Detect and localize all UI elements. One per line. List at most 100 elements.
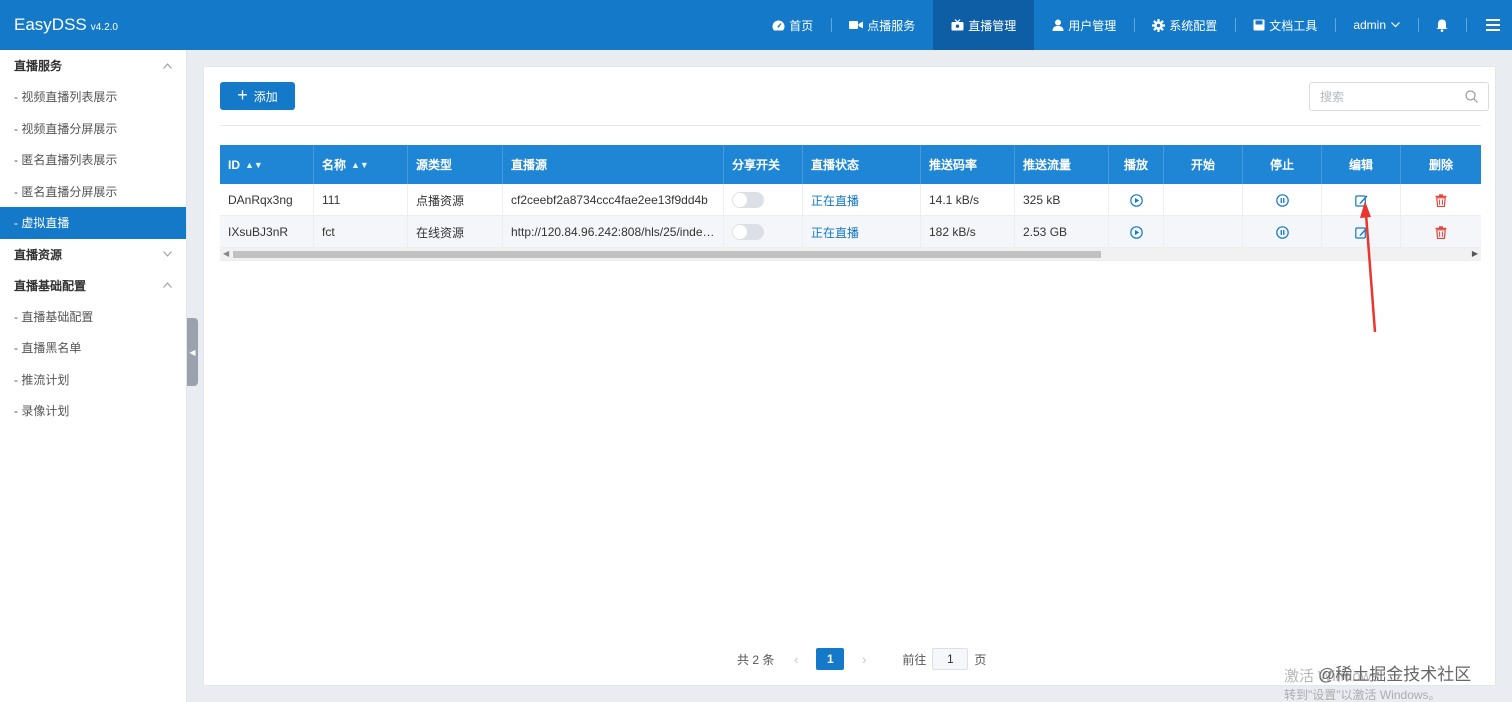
column-label: 删除 bbox=[1428, 158, 1453, 172]
sidebar-group-live-service[interactable]: 直播服务 bbox=[0, 50, 186, 81]
prev-page-icon[interactable]: ‹ bbox=[782, 652, 810, 667]
nav-doc-tools[interactable]: 文档工具 bbox=[1235, 0, 1335, 50]
hamburger-menu-button[interactable] bbox=[1466, 0, 1512, 50]
nav-label: 系统配置 bbox=[1169, 18, 1218, 33]
play-icon[interactable] bbox=[1129, 225, 1143, 239]
edit-icon[interactable] bbox=[1354, 194, 1368, 207]
share-toggle[interactable] bbox=[732, 224, 764, 240]
goto-page-input[interactable] bbox=[932, 648, 969, 670]
notification-button[interactable] bbox=[1418, 0, 1466, 50]
chevron-up-icon bbox=[163, 60, 172, 72]
cell-source-type: 点播资源 bbox=[408, 184, 503, 216]
cell-stop bbox=[1243, 184, 1322, 216]
column-label: 编辑 bbox=[1348, 158, 1373, 172]
sidebar-item-live-basic-config[interactable]: - 直播基础配置 bbox=[0, 301, 186, 333]
table-row: DAnRqx3ng 111 点播资源 cf2ceebf2a8734ccc4fae… bbox=[220, 184, 1481, 216]
top-navbar: EasyDSS v4.2.0 首页 点播服务 直播管理 用户管理 系统配置 文档工… bbox=[0, 0, 1512, 50]
column-header-source-type: 源类型 bbox=[408, 145, 503, 184]
scroll-left-icon[interactable]: ◀ bbox=[223, 249, 229, 258]
scroll-right-icon[interactable]: ▶ bbox=[1472, 249, 1478, 258]
user-icon bbox=[1052, 19, 1064, 31]
pause-icon[interactable] bbox=[1275, 225, 1289, 239]
horizontal-scrollbar[interactable]: ◀ ▶ bbox=[220, 248, 1481, 261]
chevron-up-icon bbox=[163, 279, 172, 291]
cell-delete bbox=[1401, 184, 1481, 216]
nav-home[interactable]: 首页 bbox=[754, 0, 831, 50]
content-card: + 添加 ID ▲▼ 名称 ▲▼ 源类型 直播源 分享开关 直播状态 推送码率 推送… bbox=[203, 66, 1496, 686]
nav-live-management[interactable]: 直播管理 bbox=[933, 0, 1035, 50]
cell-source-type: 在线资源 bbox=[408, 216, 503, 248]
sidebar-item-video-live-list[interactable]: - 视频直播列表展示 bbox=[0, 81, 186, 113]
sidebar-item-anon-live-split[interactable]: - 匿名直播分屏展示 bbox=[0, 176, 186, 208]
cell-start bbox=[1164, 184, 1243, 216]
add-button[interactable]: + 添加 bbox=[220, 82, 295, 110]
cell-play bbox=[1109, 184, 1164, 216]
column-header-name[interactable]: 名称 ▲▼ bbox=[314, 145, 408, 184]
pause-icon[interactable] bbox=[1275, 193, 1289, 207]
column-label: 源类型 bbox=[416, 158, 453, 172]
nav-label: 直播管理 bbox=[968, 18, 1017, 33]
search-icon[interactable] bbox=[1465, 90, 1478, 106]
share-toggle[interactable] bbox=[732, 192, 764, 208]
sidebar-item-video-live-split[interactable]: - 视频直播分屏展示 bbox=[0, 113, 186, 145]
document-icon bbox=[1253, 19, 1265, 31]
cell-edit bbox=[1322, 184, 1401, 216]
sidebar-item-anon-live-list[interactable]: - 匿名直播列表展示 bbox=[0, 144, 186, 176]
column-header-delete: 删除 bbox=[1401, 145, 1481, 184]
sidebar-item-live-blacklist[interactable]: - 直播黑名单 bbox=[0, 332, 186, 364]
table-row: IXsuBJ3nR fct 在线资源 http://120.84.96.242:… bbox=[220, 216, 1481, 248]
table-header: ID ▲▼ 名称 ▲▼ 源类型 直播源 分享开关 直播状态 推送码率 推送流量 播放… bbox=[220, 145, 1481, 184]
column-header-traffic: 推送流量 bbox=[1015, 145, 1109, 184]
column-label: 名称 bbox=[322, 158, 347, 172]
column-label: ID bbox=[228, 157, 240, 172]
sort-icon[interactable]: ▲▼ bbox=[245, 160, 263, 170]
trash-icon[interactable] bbox=[1435, 193, 1447, 207]
cell-source: cf2ceebf2a8734ccc4fae2ee13f9dd4b bbox=[503, 184, 724, 216]
nav-label: 文档工具 bbox=[1269, 18, 1318, 33]
play-icon[interactable] bbox=[1129, 193, 1143, 207]
windows-activation-hint: 转到"设置"以激活 Windows。 bbox=[1284, 688, 1441, 702]
column-label: 推送码率 bbox=[929, 158, 978, 172]
sort-icon[interactable]: ▲▼ bbox=[351, 160, 369, 170]
pagination: 共 2 条 ‹ 1 › 前往 页 bbox=[737, 648, 986, 670]
goto-label: 前往 bbox=[902, 652, 927, 667]
cell-status: 正在直播 bbox=[803, 216, 921, 248]
sidebar-item-push-schedule[interactable]: - 推流计划 bbox=[0, 364, 186, 396]
nav-user-management[interactable]: 用户管理 bbox=[1034, 0, 1134, 50]
cell-id: DAnRqx3ng bbox=[220, 184, 314, 216]
sidebar-group-live-basic-config[interactable]: 直播基础配置 bbox=[0, 270, 186, 301]
column-header-source: 直播源 bbox=[503, 145, 724, 184]
cell-delete bbox=[1401, 216, 1481, 248]
status-text: 正在直播 bbox=[811, 193, 860, 208]
search-input[interactable] bbox=[1310, 83, 1450, 110]
sidebar-item-virtual-live[interactable]: - 虚拟直播 bbox=[0, 207, 186, 239]
plus-icon: + bbox=[237, 85, 248, 105]
caret-left-icon: ◀ bbox=[189, 347, 196, 357]
nav-vod-service[interactable]: 点播服务 bbox=[831, 0, 933, 50]
status-text: 正在直播 bbox=[811, 225, 860, 240]
column-header-status: 直播状态 bbox=[803, 145, 921, 184]
sidebar-group-live-resources[interactable]: 直播资源 bbox=[0, 239, 186, 270]
sidebar: 直播服务 - 视频直播列表展示 - 视频直播分屏展示 - 匿名直播列表展示 - … bbox=[0, 50, 187, 702]
column-header-play: 播放 bbox=[1109, 145, 1164, 184]
nav-system-config[interactable]: 系统配置 bbox=[1134, 0, 1235, 50]
source-text: cf2ceebf2a8734ccc4fae2ee13f9dd4b bbox=[511, 193, 708, 207]
sidebar-item-record-schedule[interactable]: - 录像计划 bbox=[0, 395, 186, 427]
edit-icon[interactable] bbox=[1354, 226, 1368, 239]
video-icon bbox=[849, 20, 864, 30]
trash-icon[interactable] bbox=[1435, 225, 1447, 239]
user-menu[interactable]: admin bbox=[1335, 0, 1418, 50]
sidebar-collapse-handle[interactable]: ◀ bbox=[187, 318, 198, 386]
bell-icon bbox=[1436, 19, 1448, 32]
cell-share bbox=[724, 184, 803, 216]
cell-edit bbox=[1322, 216, 1401, 248]
page-number[interactable]: 1 bbox=[816, 648, 845, 670]
sidebar-group-label: 直播资源 bbox=[14, 247, 63, 262]
app-brand[interactable]: EasyDSS v4.2.0 bbox=[14, 15, 118, 35]
cell-source: http://120.84.96.242:808/hls/25/index.m3… bbox=[503, 216, 724, 248]
app-name: EasyDSS bbox=[14, 15, 87, 34]
scrollbar-thumb[interactable] bbox=[233, 251, 1101, 258]
column-header-id[interactable]: ID ▲▼ bbox=[220, 145, 314, 184]
column-header-stop: 停止 bbox=[1243, 145, 1322, 184]
next-page-icon[interactable]: › bbox=[850, 652, 878, 667]
